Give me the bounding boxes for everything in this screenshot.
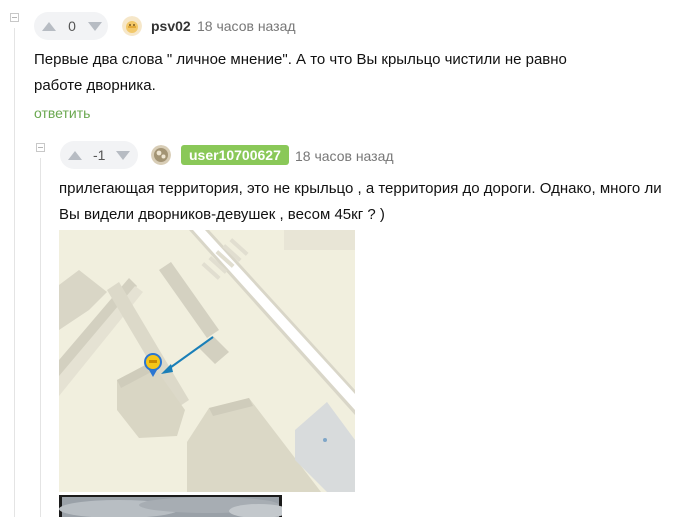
upvote-icon[interactable] <box>42 21 56 31</box>
collapse-icon[interactable] <box>36 143 45 152</box>
comment-time: 18 часов назад <box>197 18 296 34</box>
comment-time: 18 часов назад <box>295 148 394 164</box>
avatar[interactable] <box>122 16 142 36</box>
username[interactable]: user10700627 <box>181 145 289 165</box>
downvote-icon[interactable] <box>88 21 102 31</box>
username[interactable]: psv02 <box>151 18 191 34</box>
vote-box: -1 <box>60 141 138 169</box>
thread-line <box>14 28 15 517</box>
vote-box: 0 <box>34 12 108 40</box>
collapse-icon[interactable] <box>10 13 19 22</box>
comment-text-line: работе дворника. <box>34 77 156 94</box>
comment-score: 0 <box>68 18 76 34</box>
thread-line-nested <box>40 158 41 517</box>
comment-text-line: Вы видели дворников-девушек , весом 45кг… <box>59 206 385 223</box>
comment-text-line: Первые два слова " личное мнение". А то … <box>34 51 567 68</box>
downvote-icon[interactable] <box>116 150 130 160</box>
comment-text-line: прилегающая территория, это не крыльцо ,… <box>59 180 662 197</box>
upvote-icon[interactable] <box>68 150 82 160</box>
comment-score: -1 <box>93 147 106 163</box>
reply-link[interactable]: ответить <box>34 105 90 121</box>
map-image[interactable] <box>59 230 355 492</box>
photo-image[interactable] <box>59 495 282 517</box>
avatar[interactable] <box>151 145 171 165</box>
comment-text: Первые два слова " личное мнение". А то … <box>34 47 567 99</box>
comment-text: прилегающая территория, это не крыльцо ,… <box>59 176 662 228</box>
